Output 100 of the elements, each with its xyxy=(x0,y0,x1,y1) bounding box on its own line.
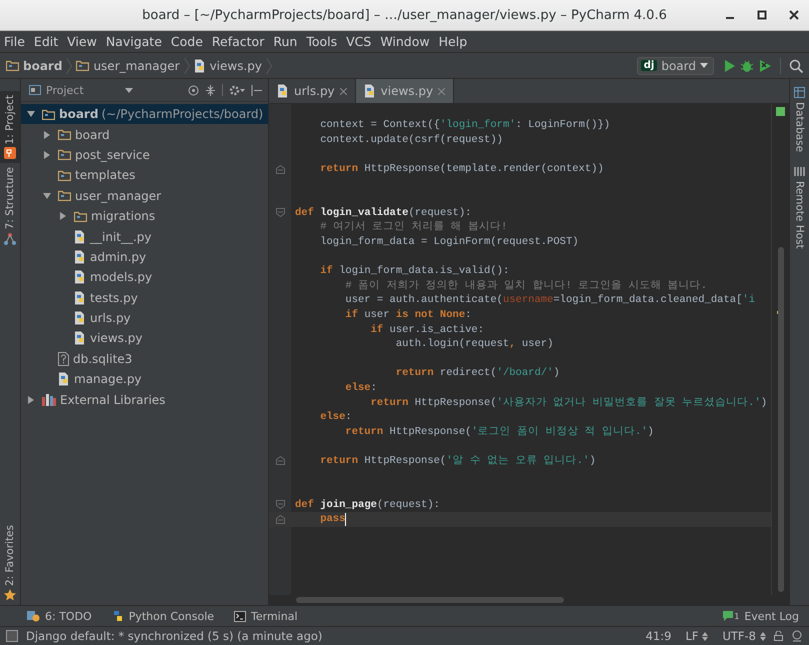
tree-item[interactable]: post_service xyxy=(37,144,268,166)
chevron-icon xyxy=(66,58,72,74)
tool-window-tab[interactable]: 1: Project xyxy=(0,91,20,164)
tree-item[interactable]: user_manager xyxy=(37,186,268,206)
menu-item[interactable]: Refactor xyxy=(212,34,264,49)
status-indicator-icon xyxy=(776,107,785,116)
tree-item[interactable]: board (~/PycharmProjects/board) xyxy=(21,104,268,124)
coverage-icon[interactable] xyxy=(758,58,772,72)
terminal-icon xyxy=(234,610,246,622)
tool-window-button[interactable]: Python Console xyxy=(112,610,214,622)
menu-item[interactable]: File xyxy=(4,34,25,49)
tool-window-button[interactable]: 6: TODO xyxy=(27,610,92,622)
menu-item[interactable]: View xyxy=(67,34,97,49)
folder-icon xyxy=(58,170,71,181)
library-icon xyxy=(42,394,56,406)
settings-icon[interactable] xyxy=(229,84,245,96)
code-line: context.update(csrf(request)) xyxy=(319,132,503,147)
code-line: context = Context({'login_form': LoginForm()}) xyxy=(319,118,610,132)
chevron-icon xyxy=(266,58,272,74)
folder-icon xyxy=(58,129,71,140)
editor-tab[interactable]: urls.py xyxy=(269,79,356,103)
event-log-button[interactable]: 1 Event Log xyxy=(723,610,799,622)
collapsed-arrow-icon[interactable] xyxy=(43,130,51,139)
menu-item[interactable]: Help xyxy=(438,34,468,49)
tool-window-tab[interactable]: Remote Host xyxy=(794,166,806,249)
folder-icon xyxy=(74,210,87,222)
collapsed-arrow-icon[interactable] xyxy=(27,396,35,404)
tree-item[interactable]: models.py xyxy=(53,267,268,288)
code-line: else: xyxy=(344,380,377,395)
python-file-icon xyxy=(364,84,376,98)
maximize-icon[interactable] xyxy=(757,10,767,20)
breadcrumb[interactable]: views.py xyxy=(194,58,262,72)
expanded-arrow-icon[interactable] xyxy=(43,192,51,200)
tree-item[interactable]: __init__.py xyxy=(53,226,268,247)
code-line: if user is not None: xyxy=(344,308,472,322)
fold-marker-icon[interactable] xyxy=(276,514,284,524)
tree-item[interactable]: manage.py xyxy=(37,369,268,390)
menu-item[interactable]: VCS xyxy=(346,34,372,49)
up-down-arrows-icon xyxy=(702,632,708,640)
fold-marker-icon[interactable] xyxy=(276,500,284,510)
run-configuration-dropdown[interactable]: dj board xyxy=(636,56,714,74)
collapse-all-icon[interactable] xyxy=(205,84,216,96)
code-line: login_form_data = LoginForm(request.POST) xyxy=(319,235,579,250)
close-icon[interactable] xyxy=(789,10,799,20)
tree-item[interactable]: board xyxy=(37,124,268,145)
expanded-arrow-icon[interactable] xyxy=(27,110,35,118)
tool-window-tab[interactable]: 2: Favorites xyxy=(0,521,20,605)
star-icon xyxy=(4,589,16,601)
tree-item[interactable]: admin.py xyxy=(53,246,268,268)
menu-item[interactable]: Edit xyxy=(34,34,58,49)
scrollbar-thumb[interactable] xyxy=(778,247,784,592)
code-line: def join_page(request): xyxy=(294,498,440,512)
project-icon xyxy=(4,147,16,160)
caret-position[interactable]: 41:9 xyxy=(646,629,672,643)
tool-window-tab[interactable]: Database xyxy=(794,87,806,152)
structure-icon xyxy=(4,232,16,245)
encoding-selector[interactable]: UTF-8 xyxy=(722,629,766,643)
tool-window-tab[interactable]: 7: Structure xyxy=(0,163,20,249)
collapsed-arrow-icon[interactable] xyxy=(59,212,67,220)
hide-panel-icon[interactable] xyxy=(251,84,262,96)
window-title: board – [~/PycharmProjects/board] – …/user_manager/views.py – PyCharm 4.0.6 xyxy=(142,8,667,22)
scrollbar-thumb[interactable] xyxy=(296,597,564,603)
lock-icon[interactable] xyxy=(774,631,783,641)
line-separator-selector[interactable]: LF xyxy=(685,629,708,643)
tree-item[interactable]: views.py xyxy=(53,328,268,349)
tool-window-button[interactable]: Terminal xyxy=(234,610,298,622)
tree-item[interactable]: tests.py xyxy=(53,288,268,308)
chevron-icon xyxy=(184,58,190,74)
menu-item[interactable]: Run xyxy=(273,34,298,49)
code-line: return redirect('/board/') xyxy=(394,366,560,380)
editor-tab[interactable]: views.py xyxy=(356,79,454,103)
project-view-dropdown[interactable]: Project xyxy=(29,84,133,96)
tree-item[interactable]: urls.py xyxy=(53,308,268,328)
run-icon[interactable] xyxy=(724,58,736,72)
python-file-icon xyxy=(277,84,289,98)
python-file-icon xyxy=(74,331,86,346)
tree-item[interactable]: templates xyxy=(37,165,268,186)
tree-item-path: (~/PycharmProjects/board) xyxy=(101,107,264,122)
up-down-arrows-icon xyxy=(760,632,766,640)
bug-icon[interactable] xyxy=(740,58,754,72)
fold-marker-icon[interactable] xyxy=(276,456,284,466)
tree-item[interactable]: External Libraries xyxy=(21,389,268,410)
menu-item[interactable]: Window xyxy=(380,34,430,49)
python-file-icon xyxy=(74,311,86,326)
menu-item[interactable]: Code xyxy=(170,34,203,49)
search-icon[interactable] xyxy=(789,58,803,72)
collapsed-arrow-icon[interactable] xyxy=(43,150,51,159)
fold-marker-icon[interactable] xyxy=(276,164,284,174)
folder-icon xyxy=(76,60,90,71)
target-icon[interactable] xyxy=(188,84,199,96)
panel-toggle-icon[interactable] xyxy=(6,630,18,642)
breadcrumb[interactable]: board xyxy=(6,58,62,72)
tree-item[interactable]: migrations xyxy=(53,206,268,226)
inspector-face-icon[interactable] xyxy=(791,630,803,642)
unknown-file-icon xyxy=(58,352,69,366)
fold-marker-icon[interactable] xyxy=(276,208,284,218)
menu-item[interactable]: Tools xyxy=(306,34,338,49)
breadcrumb[interactable]: user_manager xyxy=(76,58,180,72)
menu-item[interactable]: Navigate xyxy=(106,34,162,49)
tree-item[interactable]: db.sqlite3 xyxy=(37,348,268,370)
